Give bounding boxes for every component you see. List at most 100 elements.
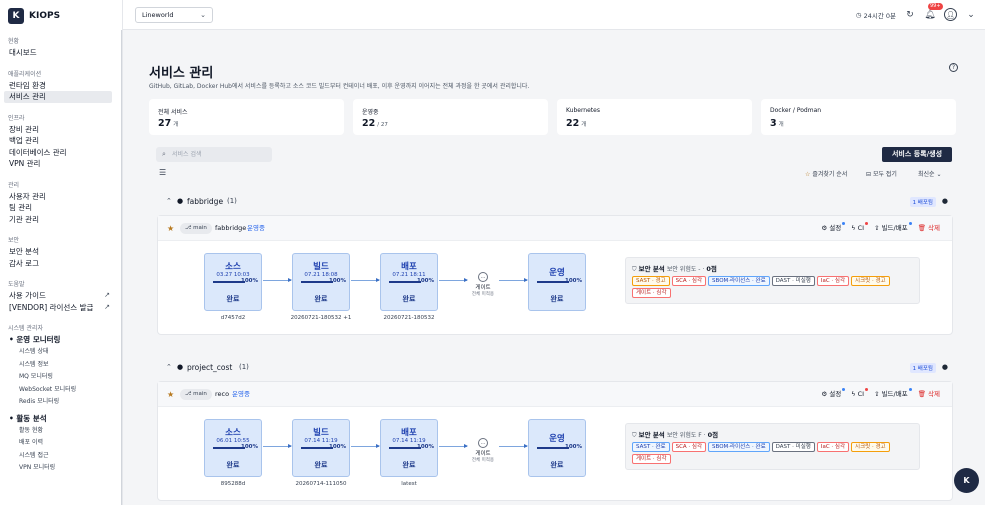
chevron-down-icon: ⌄ <box>200 11 206 19</box>
assistant-fab-button[interactable]: K <box>954 468 979 493</box>
flow-arrow <box>499 444 528 448</box>
collapse-icon: ⊟ <box>866 171 872 178</box>
stage-build[interactable]: 빌드 07.21 18:08 100% 완료 <box>292 253 350 311</box>
sidebar-sub-item[interactable]: WebSocket 모니터링 <box>0 384 121 397</box>
security-panel[interactable]: ⛉ 보안 분석 보안 위험도 F · 0점 SAST · 완료 SCA · 심각… <box>625 423 920 470</box>
service-card-header: ★ ⎇ main reco 운영중 ⚙ 설정 ϟ CI ⇪ 빌드/배포 🗑︎ 삭… <box>158 382 952 407</box>
branch-badge: ⎇ main <box>180 223 212 234</box>
group-count: (1) <box>239 363 249 371</box>
star-icon: ☆ <box>805 171 811 178</box>
flow-arrow <box>263 444 292 448</box>
sidebar-item-services[interactable]: 서비스 관리 <box>4 91 112 103</box>
stage-title: 운영 <box>549 268 565 278</box>
security-tag: 게이트 · 심각 <box>632 454 671 464</box>
refresh-icon[interactable]: ↻ <box>904 9 916 21</box>
group-count: (1) <box>227 197 237 205</box>
project-select[interactable]: Lineworld ⌄ <box>135 7 213 23</box>
service-actions: ⚙ 설정 ϟ CI ⇪ 빌드/배포 🗑︎ 삭제 <box>821 222 940 234</box>
service-search-input[interactable]: ⌕ 서비스 검색 <box>156 147 272 162</box>
sidebar-item-orgs[interactable]: 기관 관리 <box>0 214 121 226</box>
stage-build[interactable]: 빌드 07.14 11:19 100% 완료 <box>292 419 350 477</box>
service-name[interactable]: reco <box>215 389 229 400</box>
sidebar-item-equipment[interactable]: 장비 관리 <box>0 124 121 136</box>
star-icon[interactable]: ★ <box>167 224 174 233</box>
sidebar-sub-item[interactable]: 시스템 정보 <box>0 359 121 372</box>
settings-button[interactable]: ⚙ 설정 <box>821 388 846 400</box>
sidebar-item-license[interactable]: [VENDOR] 라이선스 발급 ↗ <box>0 302 121 314</box>
security-panel[interactable]: ⛉ 보안 분석 보안 위험도 - · 0점 SAST · 경고 SCA · 심각… <box>625 257 920 304</box>
build-deploy-button[interactable]: ⇪ 빌드/배포 <box>874 388 912 400</box>
sidebar-sub-item[interactable]: Redis 모니터링 <box>0 396 121 409</box>
sidebar-item-vpn[interactable]: VPN 관리 <box>0 158 121 170</box>
stage-state: 완료 <box>314 295 328 303</box>
sidebar-item-label: 사용 가이드 <box>9 291 46 300</box>
sidebar-item-audit-log[interactable]: 감사 로그 <box>0 258 121 270</box>
stage-deploy[interactable]: 배포 07.21 18:11 100% 완료 <box>380 253 438 311</box>
sidebar-group-ops-monitoring[interactable]: • 운영 모니터링 <box>0 334 121 346</box>
delete-button[interactable]: 🗑︎ 삭제 <box>918 389 940 400</box>
delete-button[interactable]: 🗑︎ 삭제 <box>918 223 940 234</box>
gate-node[interactable]: … 게이트 전체 미적용 <box>468 272 498 297</box>
sidebar-section-title: 관리 <box>8 181 20 189</box>
stage-deploy-tag: 20260721-180532 <box>383 315 435 321</box>
ci-button[interactable]: ϟ CI <box>851 388 868 400</box>
sidebar-sub-item[interactable]: 활동 현황 <box>0 425 121 438</box>
sidebar-item-runtime[interactable]: 런타임 환경 <box>0 80 121 92</box>
chevron-down-icon[interactable]: ⌄ <box>965 9 977 21</box>
ci-button[interactable]: ϟ CI <box>851 222 868 234</box>
collapse-all-button[interactable]: ⊟ 모두 접기 <box>866 169 897 178</box>
sort-select[interactable]: 최신순 ⌄ <box>918 169 942 178</box>
sidebar-item-dashboard[interactable]: 대시보드 <box>0 47 121 59</box>
stage-source[interactable]: 소스 06.01 10:55 100% 완료 <box>204 419 262 477</box>
sidebar-item-guide[interactable]: 사용 가이드 ↗ <box>0 290 121 302</box>
stage-run[interactable]: 운영 100% 완료 <box>528 253 586 311</box>
sidebar-sub-item[interactable]: 시스템 상태 <box>0 346 121 359</box>
sidebar-item-teams[interactable]: 팀 관리 <box>0 202 121 214</box>
chevron-up-icon[interactable]: ⌃ <box>166 363 172 371</box>
shield-icon: ⛉ <box>632 266 637 273</box>
sidebar-item-backup[interactable]: 백업 관리 <box>0 135 121 147</box>
help-icon[interactable]: ? <box>949 63 958 72</box>
sidebar-item-label: [VENDOR] 라이선스 발급 <box>9 302 94 312</box>
stat-label: Docker / Podman <box>770 107 822 114</box>
flow-arrow <box>439 444 468 448</box>
filter-icon[interactable]: ☰ <box>159 168 166 177</box>
sidebar-sub-item[interactable]: MQ 모니터링 <box>0 371 121 384</box>
sidebar-section-title: 인프라 <box>8 114 25 122</box>
sidebar-section-title: 애플리케이션 <box>8 70 42 78</box>
sidebar-group-activity[interactable]: • 활동 분석 <box>0 413 121 425</box>
group-header[interactable]: ⌃ ● project_cost (1) 1 배포됨 ● <box>157 362 953 376</box>
service-name[interactable]: fabbridge <box>215 223 246 234</box>
stage-deploy[interactable]: 배포 07.14 11:19 100% 완료 <box>380 419 438 477</box>
star-icon[interactable]: ★ <box>167 390 174 399</box>
sidebar-item-database[interactable]: 데이터베이스 관리 <box>0 147 121 159</box>
chevron-up-icon[interactable]: ⌃ <box>166 197 172 205</box>
page-title: 서비스 관리 <box>149 66 214 81</box>
register-service-button[interactable]: 서비스 등록/생성 <box>882 147 952 162</box>
brand[interactable]: K KIOPS <box>8 8 60 24</box>
stage-build-tag: 20260714-111050 <box>295 481 347 487</box>
user-avatar-icon[interactable]: 👤︎ <box>944 8 957 21</box>
flow-arrow <box>351 444 380 448</box>
main-content: 서비스 관리 GitHub, GitLab, Docker Hub에서 서비스를… <box>123 30 985 505</box>
gate-node[interactable]: … 게이트 전체 미적용 <box>468 438 498 463</box>
group-header[interactable]: ⌃ ● fabbridge (1) 1 배포됨 ● <box>157 196 953 210</box>
stage-source[interactable]: 소스 03.27 10:03 100% 완료 <box>204 253 262 311</box>
topbar-actions: ◷ 24시간 0분 ↻ 🔔︎ 99+ 👤︎ ⌄ <box>856 2 977 21</box>
sidebar-sub-item[interactable]: 배포 이력 <box>0 437 121 450</box>
stat-value: 22 개 <box>566 118 587 129</box>
stage-run[interactable]: 운영 100% 완료 <box>528 419 586 477</box>
sidebar-item-security-analysis[interactable]: 보안 분석 <box>0 246 121 258</box>
stage-title: 배포 <box>401 428 417 438</box>
flow-arrow <box>351 278 380 282</box>
sidebar-sub-item[interactable]: 시스템 접근 <box>0 450 121 463</box>
bell-icon[interactable]: 🔔︎ 99+ <box>924 2 943 21</box>
search-icon: ⌕ <box>162 150 166 158</box>
sidebar-item-users[interactable]: 사용자 관리 <box>0 191 121 203</box>
brand-logo-icon: K <box>8 8 24 24</box>
settings-button[interactable]: ⚙ 설정 <box>821 222 846 234</box>
favorites-order-button[interactable]: ☆ 즐겨찾기 순서 <box>805 169 847 178</box>
build-deploy-button[interactable]: ⇪ 빌드/배포 <box>874 222 912 234</box>
sidebar-sub-item[interactable]: VPN 모니터링 <box>0 462 121 475</box>
gate-sub: 전체 미적용 <box>471 458 495 463</box>
